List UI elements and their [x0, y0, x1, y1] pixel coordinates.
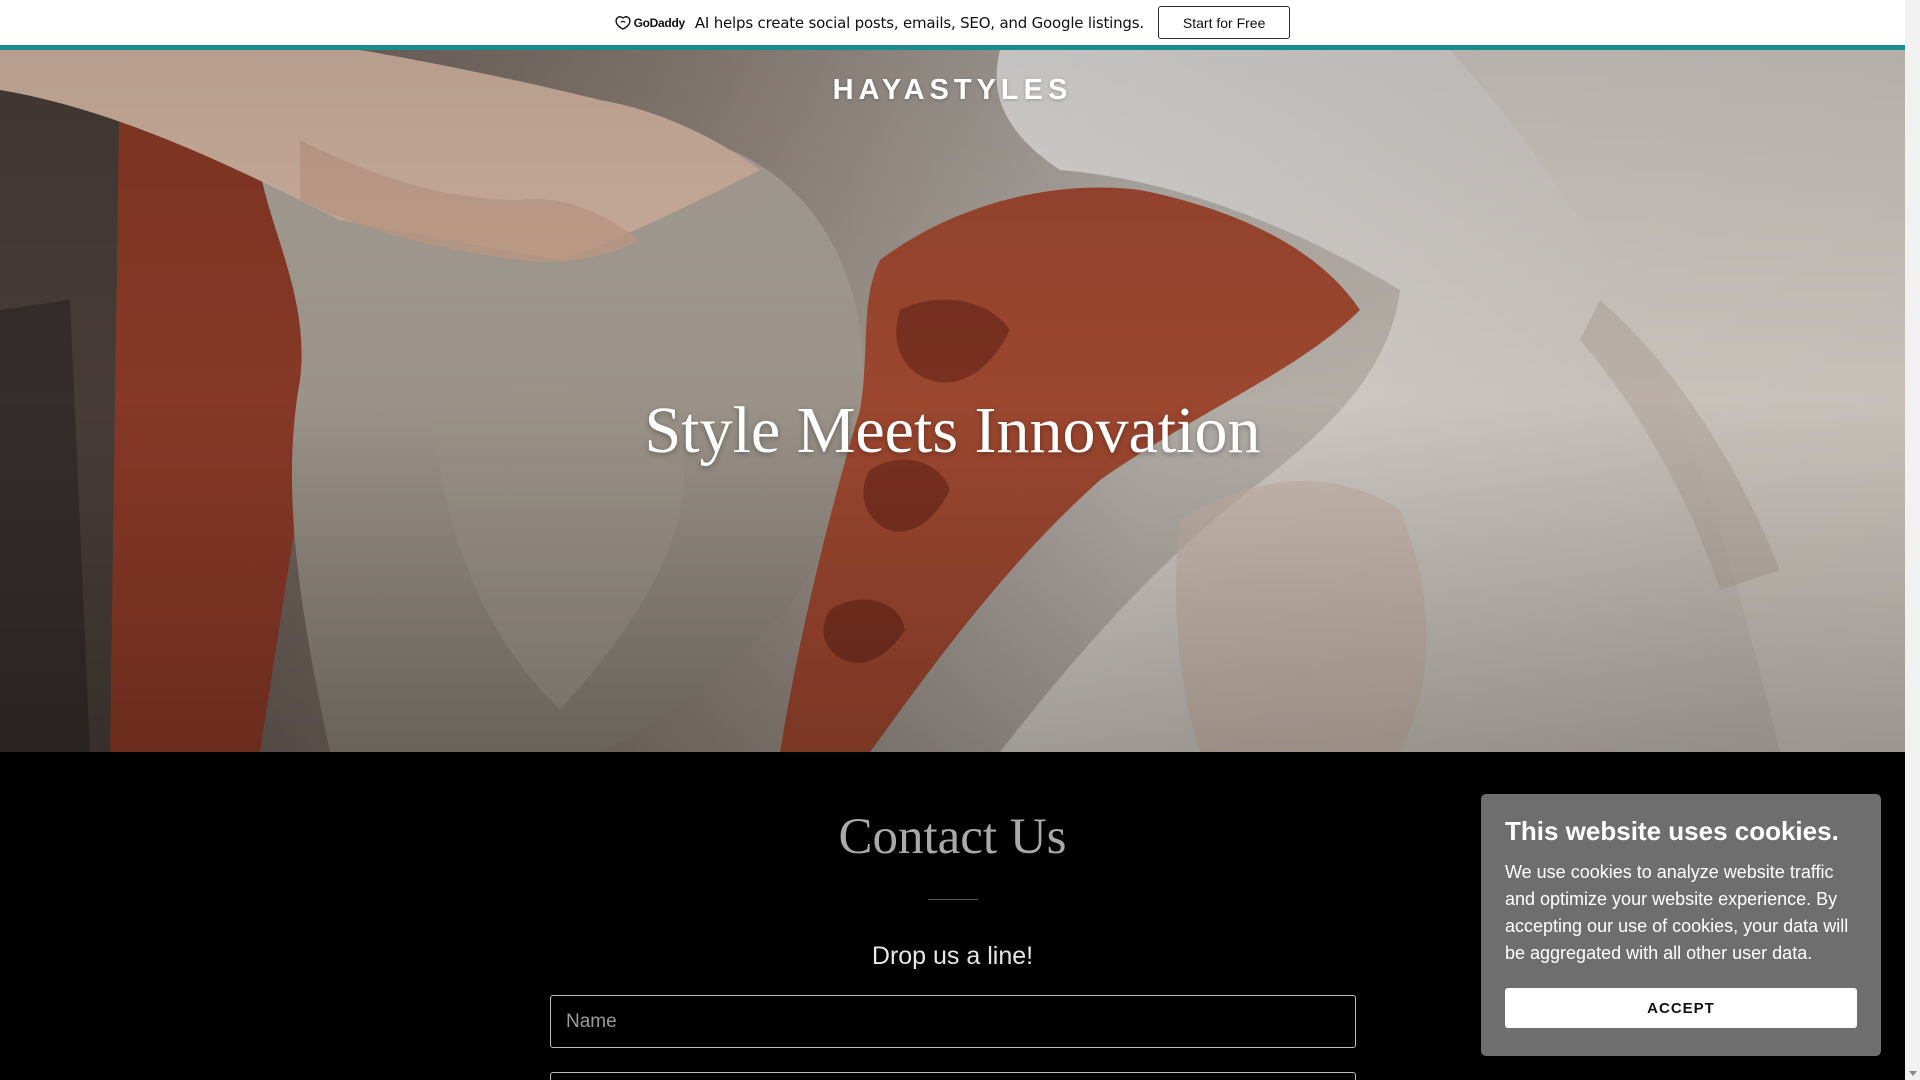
- godaddy-logo: GoDaddy: [615, 16, 685, 30]
- hero-headline: Style Meets Innovation: [644, 394, 1261, 467]
- cookie-banner-title: This website uses cookies.: [1505, 816, 1839, 846]
- email-input[interactable]: [550, 1072, 1356, 1080]
- site-title[interactable]: HAYASTYLES: [0, 74, 1905, 107]
- cookie-banner-body: We use cookies to analyze website traffi…: [1505, 862, 1849, 964]
- accept-cookies-button[interactable]: ACCEPT: [1505, 988, 1857, 1028]
- scroll-down-arrow-icon[interactable]: [1909, 1071, 1917, 1076]
- start-for-free-button[interactable]: Start for Free: [1157, 6, 1291, 39]
- page: GoDaddy AI helps create social posts, em…: [0, 0, 1920, 1080]
- section-divider: [928, 899, 978, 900]
- promo-bar: GoDaddy AI helps create social posts, em…: [0, 0, 1905, 50]
- godaddy-logo-text: GoDaddy: [633, 15, 686, 30]
- hero-section: HAYASTYLES Style Meets Innovation: [0, 50, 1905, 752]
- godaddy-logo-icon: [615, 15, 631, 30]
- promo-message: AI helps create social posts, emails, SE…: [694, 13, 1144, 32]
- cookie-banner: This website uses cookies. We use cookie…: [1481, 794, 1881, 1056]
- page-scrollbar[interactable]: [1905, 0, 1920, 1080]
- name-input[interactable]: [550, 995, 1356, 1048]
